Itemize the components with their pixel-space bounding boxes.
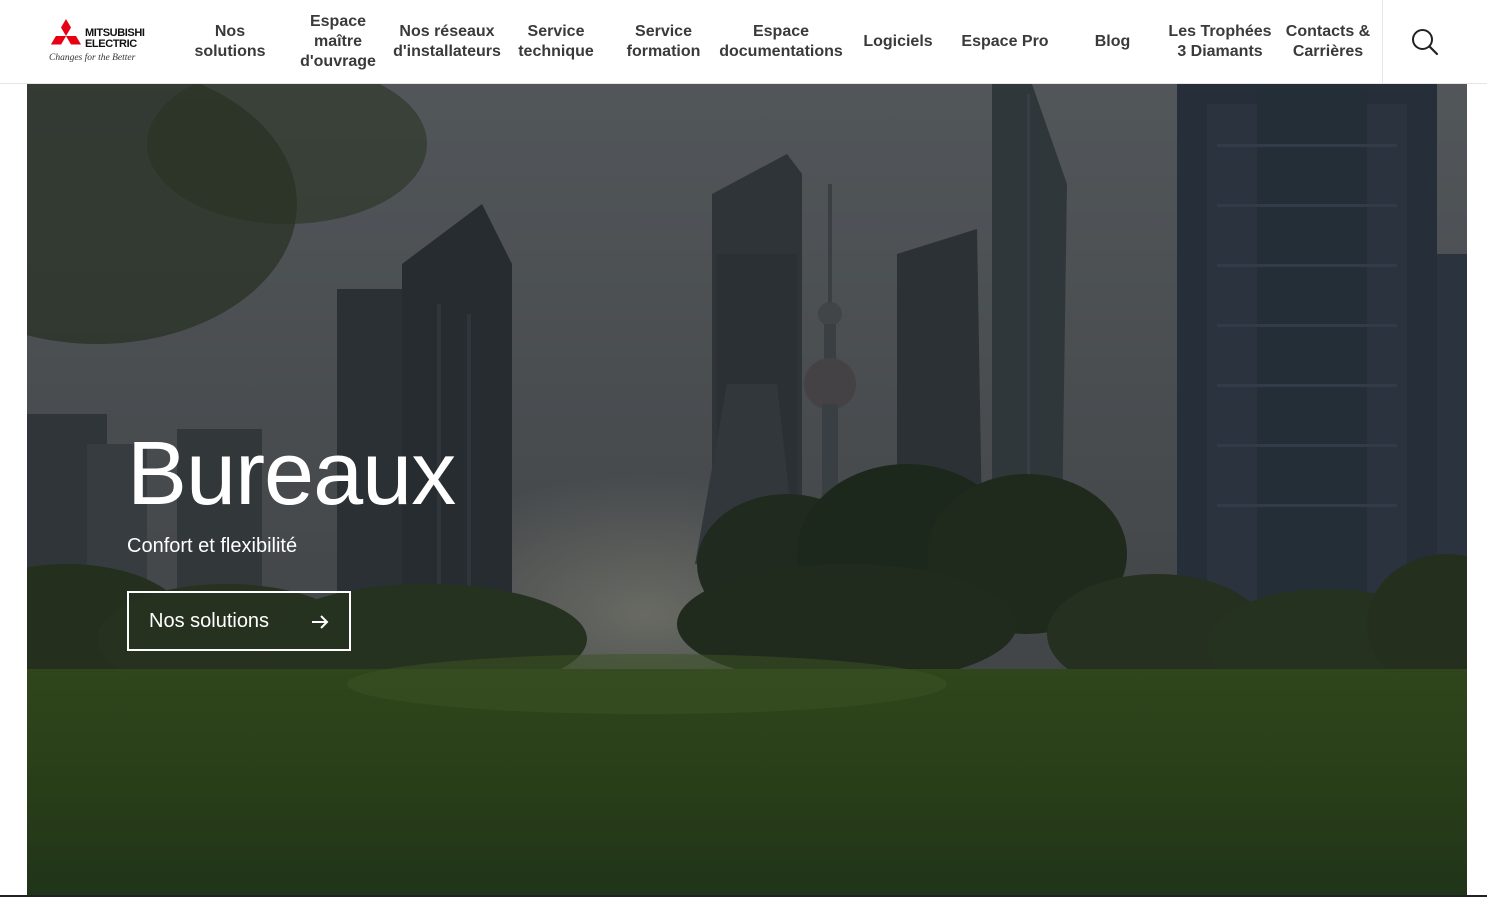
nav-item-label: Service formation (626, 23, 701, 60)
hero-subtitle: Confort et flexibilité (127, 535, 298, 557)
nav-item-label: Logiciels (863, 33, 933, 50)
nav-item-blog[interactable]: Blog (1059, 0, 1166, 84)
arrow-right-icon (312, 615, 329, 629)
mitsubishi-diamonds-icon (51, 19, 81, 45)
nav-item-service-formation[interactable]: Service formation (610, 0, 717, 84)
nav-item-label: Espace Pro (961, 33, 1049, 50)
hero-banner: Bureaux Confort et flexibilité Nos solut… (27, 84, 1467, 896)
hero-title: Bureaux (127, 424, 456, 524)
nav-item-espace-documentations[interactable]: Espace documentations (717, 0, 845, 84)
brand-logo[interactable]: MITSUBISHI ELECTRIC Changes for the Bett… (48, 19, 158, 65)
site-header: MITSUBISHI ELECTRIC Changes for the Bett… (0, 0, 1487, 84)
nav-item-label: Nos solutions (194, 23, 266, 60)
nav-item-espace-maitre-ouvrage[interactable]: Espace maître d'ouvrage (284, 0, 392, 84)
nav-item-contacts-carrieres[interactable]: Contacts & Carrières (1274, 0, 1382, 84)
nav-item-nos-solutions[interactable]: Nos solutions (176, 0, 284, 84)
nav-item-label: Espace documentations (719, 23, 843, 60)
cta-label: Nos solutions (149, 609, 270, 632)
nav-item-logiciels[interactable]: Logiciels (845, 0, 951, 84)
nav-item-label: Espace maître d'ouvrage (300, 13, 376, 70)
brand-tagline: Changes for the Better (49, 53, 136, 63)
nav-item-reseaux-installateurs[interactable]: Nos réseaux d'installateurs (392, 0, 502, 84)
nav-item-trophees[interactable]: Les Trophées 3 Diamants (1166, 0, 1274, 84)
main-nav: Nos solutions Espace maître d'ouvrage No… (176, 0, 1382, 84)
search-button[interactable] (1382, 0, 1466, 84)
brand-name-line2: ELECTRIC (85, 38, 137, 50)
search-icon (1411, 29, 1438, 56)
nav-item-espace-pro[interactable]: Espace Pro (951, 0, 1059, 84)
nav-item-label: Nos réseaux d'installateurs (393, 23, 501, 60)
page-margin (1467, 84, 1487, 897)
brand-name: MITSUBISHI ELECTRIC (85, 28, 145, 50)
nav-item-label: Service technique (518, 23, 594, 60)
nav-item-label: Les Trophées 3 Diamants (1168, 23, 1272, 60)
nav-item-service-technique[interactable]: Service technique (502, 0, 610, 84)
nos-solutions-button[interactable]: Nos solutions (127, 591, 351, 651)
nav-item-label: Blog (1094, 33, 1131, 50)
nav-item-label: Contacts & Carrières (1285, 23, 1371, 60)
